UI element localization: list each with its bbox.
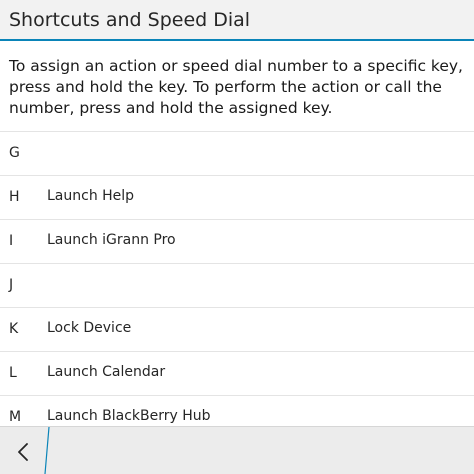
shortcut-action: Launch Calendar [47, 364, 166, 380]
shortcut-key: I [9, 233, 14, 249]
list-item-j[interactable]: J [0, 264, 474, 308]
list-item-l[interactable]: L Launch Calendar [0, 352, 474, 396]
back-button-divider [44, 427, 50, 474]
shortcut-list-content: G H Launch Help I Launch iGrann Pro J K … [0, 124, 474, 426]
shortcut-list[interactable]: G H Launch Help I Launch iGrann Pro J K … [0, 124, 474, 426]
shortcut-action: Lock Device [47, 320, 132, 336]
list-item-m[interactable]: M Launch BlackBerry Hub [0, 396, 474, 426]
back-button[interactable] [0, 427, 50, 474]
shortcut-action: Launch Help [47, 188, 135, 204]
shortcut-key: J [9, 277, 14, 293]
action-bar [0, 426, 474, 474]
list-item-g[interactable]: G [0, 132, 474, 176]
shortcut-action: Launch BlackBerry Hub [47, 408, 211, 424]
title-bar: Shortcuts and Speed Dial [0, 0, 474, 41]
shortcut-key: L [9, 365, 17, 381]
shortcut-key: M [9, 409, 22, 425]
chevron-left-icon [18, 443, 28, 461]
instructions-text: To assign an action or speed dial number… [9, 57, 463, 117]
shortcut-key: K [9, 321, 19, 337]
list-item-k[interactable]: K Lock Device [0, 308, 474, 352]
shortcut-key: H [9, 189, 20, 205]
list-item-partial [0, 124, 474, 132]
shortcut-key: G [9, 145, 20, 161]
shortcuts-screen: Shortcuts and Speed Dial To assign an ac… [0, 0, 474, 474]
page-title: Shortcuts and Speed Dial [9, 9, 251, 31]
list-item-h[interactable]: H Launch Help [0, 176, 474, 220]
list-item-i[interactable]: I Launch iGrann Pro [0, 220, 474, 264]
shortcut-action: Launch iGrann Pro [47, 232, 176, 248]
